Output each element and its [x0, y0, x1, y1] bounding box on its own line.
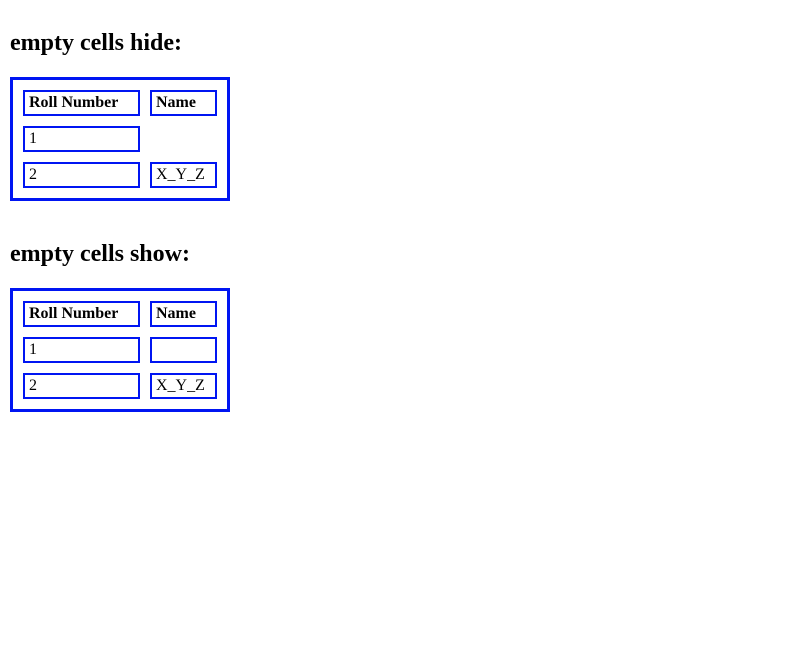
table-hide-empty: Roll Number Name 1 2 X_Y_Z	[10, 77, 230, 201]
header-roll-number: Roll Number	[23, 301, 140, 327]
cell-roll: 1	[23, 126, 140, 152]
header-roll-number: Roll Number	[23, 90, 140, 116]
table-header-row: Roll Number Name	[23, 301, 217, 327]
table-row: 2 X_Y_Z	[23, 162, 217, 188]
cell-roll: 1	[23, 337, 140, 363]
cell-name: X_Y_Z	[150, 162, 217, 188]
table-header-row: Roll Number Name	[23, 90, 217, 116]
cell-name	[150, 126, 217, 152]
cell-roll: 2	[23, 373, 140, 399]
header-name: Name	[150, 301, 217, 327]
table-row: 1	[23, 337, 217, 363]
cell-roll: 2	[23, 162, 140, 188]
table-row: 2 X_Y_Z	[23, 373, 217, 399]
table-show-empty: Roll Number Name 1 2 X_Y_Z	[10, 288, 230, 412]
cell-name	[150, 337, 217, 363]
heading-empty-cells-show: empty cells show:	[10, 241, 785, 268]
heading-empty-cells-hide: empty cells hide:	[10, 30, 785, 57]
cell-name: X_Y_Z	[150, 373, 217, 399]
header-name: Name	[150, 90, 217, 116]
table-row: 1	[23, 126, 217, 152]
